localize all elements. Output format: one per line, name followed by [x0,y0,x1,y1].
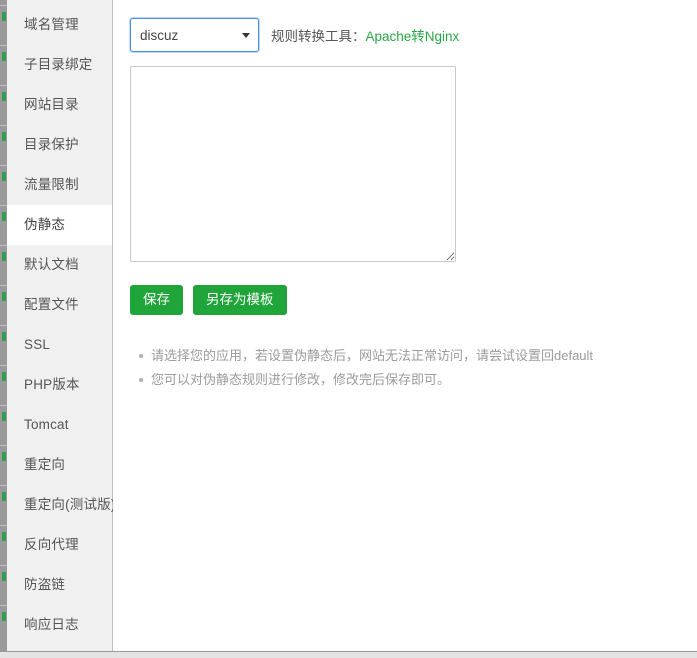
apache-to-nginx-link[interactable]: Apache转Nginx [366,25,460,45]
save-as-template-button[interactable]: 另存为模板 [193,285,287,315]
adjacent-panel-sliver [0,0,7,651]
rewrite-toolbar: discuzdefaultdabrdedecmsdiscuzxdrupalecs… [130,17,697,53]
window-bottom-bar [0,651,697,658]
sidebar-item-12[interactable]: 重定向(测试版) [7,485,115,525]
sidebar-item-11[interactable]: 重定向 [7,445,112,485]
sidebar-item-1[interactable]: 子目录绑定 [7,45,112,85]
site-settings-panel: 域名管理 子目录绑定 网站目录 目录保护 流量限制 伪静态 默认文档 配置文件 SSL PHP版本… [7,0,697,651]
tip-item: 请选择您的应用，若设置伪静态后，网站无法正常访问，请尝试设置回default [139,344,697,368]
settings-content-pane: discuzdefaultdabrdedecmsdiscuzxdrupalecs… [113,0,697,651]
sidebar-item-14[interactable]: 防盗链 [7,565,112,605]
sidebar-item-8[interactable]: SSL [7,325,112,365]
sidebar-item-10[interactable]: Tomcat [7,405,112,445]
sidebar-item-15[interactable]: 响应日志 [7,605,112,645]
sidebar-item-2[interactable]: 网站目录 [7,85,112,125]
app-select[interactable]: discuzdefaultdabrdedecmsdiscuzxdrupalecs… [130,18,259,52]
sidebar-item-5[interactable]: 伪静态 [7,205,112,245]
action-button-row: 保存 另存为模板 [130,285,697,315]
app-select-wrapper[interactable]: discuzdefaultdabrdedecmsdiscuzxdrupalecs… [130,18,259,52]
sidebar-item-0[interactable]: 域名管理 [7,5,112,45]
sidebar-item-6[interactable]: 默认文档 [7,245,112,285]
tips-list: 请选择您的应用，若设置伪静态后，网站无法正常访问，请尝试设置回default 您可… [130,344,697,392]
rewrite-rules-textarea[interactable] [130,66,456,262]
tip-item: 您可以对伪静态规则进行修改，修改完后保存即可。 [139,368,697,392]
settings-sidebar[interactable]: 域名管理 子目录绑定 网站目录 目录保护 流量限制 伪静态 默认文档 配置文件 SSL PHP版本… [7,0,115,651]
sidebar-item-9[interactable]: PHP版本 [7,365,112,405]
sidebar-item-4[interactable]: 流量限制 [7,165,112,205]
tool-label: 规则转换工具： [271,29,366,44]
save-button[interactable]: 保存 [130,285,183,315]
sidebar-item-3[interactable]: 目录保护 [7,125,112,165]
sidebar-item-13[interactable]: 反向代理 [7,525,112,565]
sidebar-item-7[interactable]: 配置文件 [7,285,112,325]
